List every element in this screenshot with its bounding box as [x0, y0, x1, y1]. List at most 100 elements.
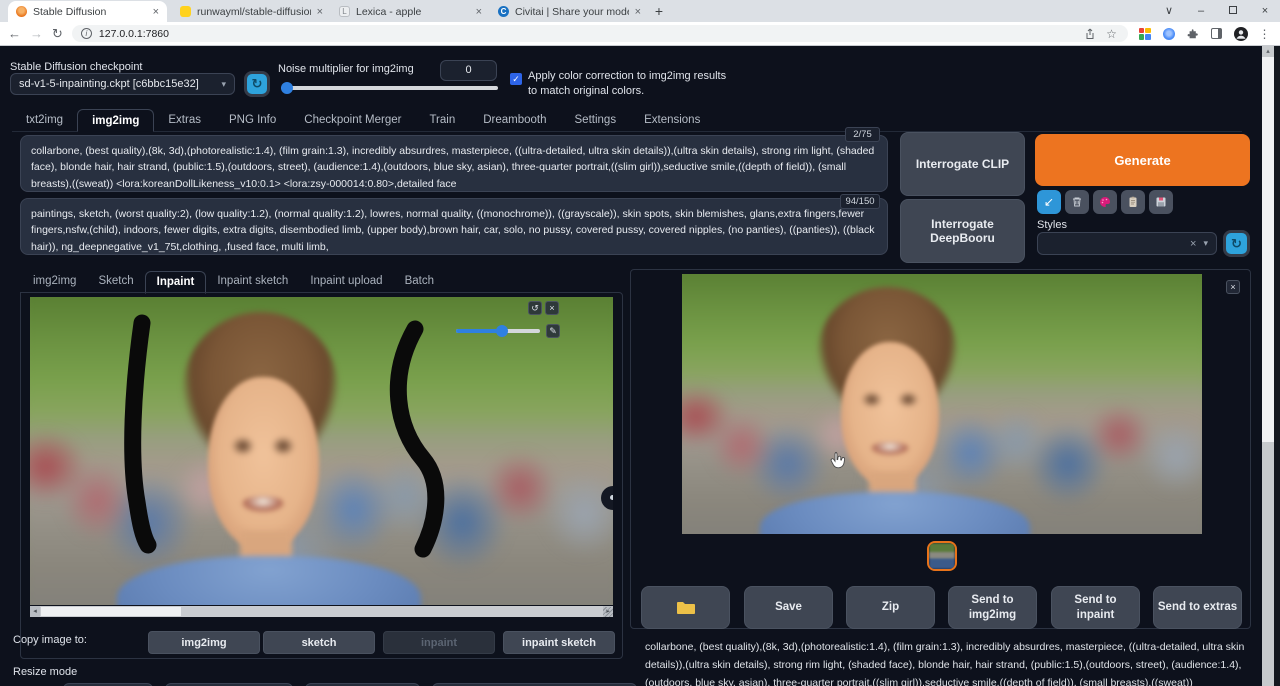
open-folder-button[interactable]: [641, 586, 730, 629]
bookmark-star-icon[interactable]: ☆: [1104, 26, 1119, 41]
extensions-puzzle-icon[interactable]: [1185, 26, 1200, 41]
subtab-inpaint-sketch[interactable]: Inpaint sketch: [206, 271, 299, 293]
tab-title: runwayml/stable-diffusion-inpai: [197, 6, 311, 18]
checkpoint-dropdown[interactable]: sd-v1-5-inpainting.ckpt [c6bbc15e32] ▾: [10, 73, 235, 95]
subtab-inpaint-upload[interactable]: Inpaint upload: [299, 271, 393, 293]
window-restore-button[interactable]: [1218, 0, 1248, 22]
color-correction-checkbox[interactable]: ✓: [510, 73, 522, 85]
main-tab-bar: txt2img img2img Extras PNG Info Checkpoi…: [12, 109, 1242, 132]
tab-train[interactable]: Train: [415, 109, 469, 131]
tab-txt2img[interactable]: txt2img: [12, 109, 77, 131]
styles-refresh-button[interactable]: ↻: [1226, 233, 1247, 254]
canvas-horizontal-scrollbar[interactable]: ◂ ▸: [30, 606, 613, 617]
window-minimize-button[interactable]: –: [1186, 0, 1216, 22]
scroll-left-icon[interactable]: ◂: [30, 606, 40, 617]
copy-to-img2img-button[interactable]: img2img: [148, 631, 260, 654]
subtab-img2img[interactable]: img2img: [22, 271, 87, 293]
extension-grid-icon[interactable]: [1137, 26, 1152, 41]
extra-networks-button[interactable]: [1093, 190, 1117, 214]
brush-slider-handle[interactable]: [496, 325, 508, 337]
browser-tab-huggingface[interactable]: runwayml/stable-diffusion-inpai ×: [172, 1, 331, 22]
save-style-button[interactable]: [1149, 190, 1173, 214]
scroll-up-icon[interactable]: ▴: [1262, 46, 1274, 57]
checkpoint-refresh-button[interactable]: ↻: [247, 74, 267, 94]
copy-to-sketch-button[interactable]: sketch: [263, 631, 375, 654]
save-button[interactable]: Save: [744, 586, 833, 629]
site-info-icon[interactable]: i: [81, 28, 92, 39]
noise-slider-handle[interactable]: [281, 82, 293, 94]
copy-to-inpaint-button: inpaint: [383, 631, 495, 654]
scrollbar-thumb[interactable]: [41, 607, 181, 616]
tab-extras[interactable]: Extras: [154, 109, 215, 131]
checkpoint-label: Stable Diffusion checkpoint: [10, 61, 143, 73]
gallery-thumbnail-selected[interactable]: [927, 541, 957, 571]
tab-settings[interactable]: Settings: [561, 109, 631, 131]
interrogate-deepbooru-button[interactable]: Interrogate DeepBooru: [900, 199, 1025, 263]
back-icon[interactable]: ←: [8, 27, 21, 40]
huggingface-favicon: [180, 6, 191, 17]
copy-to-inpaint-sketch-button[interactable]: inpaint sketch: [503, 631, 615, 654]
tab-extensions[interactable]: Extensions: [630, 109, 714, 131]
output-image[interactable]: [682, 274, 1202, 534]
tab-title: Civitai | Share your models: [515, 6, 629, 18]
clear-icon[interactable]: ×: [1190, 238, 1196, 250]
blue-dot-extension-icon[interactable]: [1161, 26, 1176, 41]
send-to-img2img-button[interactable]: Send to img2img: [948, 586, 1037, 629]
browser-tab-civitai[interactable]: C Civitai | Share your models ×: [490, 1, 649, 22]
window-chevron-icon[interactable]: ∨: [1154, 0, 1184, 22]
new-tab-button[interactable]: +: [650, 3, 668, 21]
kebab-menu-icon[interactable]: ⋮: [1257, 26, 1272, 41]
clipboard-icon: [1127, 196, 1139, 208]
trash-icon: [1071, 196, 1083, 208]
resize-grip[interactable]: [603, 607, 613, 617]
stable-diffusion-webui: Stable Diffusion checkpoint sd-v1-5-inpa…: [0, 46, 1262, 686]
canvas-undo-button[interactable]: ↺: [528, 301, 542, 315]
inpaint-mask-strokes: [30, 297, 613, 605]
tab-dreambooth[interactable]: Dreambooth: [469, 109, 560, 131]
inpaint-canvas[interactable]: ↺ × ✎: [30, 297, 613, 605]
zip-button[interactable]: Zip: [846, 586, 935, 629]
subtab-inpaint[interactable]: Inpaint: [145, 271, 207, 294]
prompt-textarea[interactable]: collarbone, (best quality),(8k, 3d),(pho…: [20, 135, 888, 192]
folder-icon: [676, 600, 696, 616]
window-close-button[interactable]: ×: [1250, 0, 1280, 22]
tab-close-icon[interactable]: ×: [476, 6, 482, 18]
palette-icon: [1099, 196, 1111, 208]
noise-multiplier-slider[interactable]: [281, 86, 498, 90]
send-to-extras-button[interactable]: Send to extras: [1153, 586, 1242, 629]
styles-dropdown[interactable]: × ▾: [1037, 232, 1217, 255]
negative-token-counter: 94/150: [840, 194, 880, 209]
profile-avatar[interactable]: [1233, 26, 1248, 41]
subtab-sketch[interactable]: Sketch: [87, 271, 144, 293]
generate-button[interactable]: Generate: [1035, 134, 1250, 186]
page-scrollbar[interactable]: ▴: [1262, 46, 1274, 686]
apply-style-button[interactable]: [1121, 190, 1145, 214]
tab-img2img[interactable]: img2img: [77, 109, 154, 132]
tab-checkpoint-merger[interactable]: Checkpoint Merger: [290, 109, 415, 131]
reload-icon[interactable]: ↻: [52, 27, 63, 40]
browser-tab-lexica[interactable]: L Lexica - apple ×: [331, 1, 490, 22]
tab-title: Stable Diffusion: [33, 6, 147, 18]
brush-color-button[interactable]: ✎: [546, 324, 560, 338]
negative-prompt-textarea[interactable]: paintings, sketch, (worst quality:2), (l…: [20, 198, 888, 255]
subtab-batch[interactable]: Batch: [394, 271, 445, 293]
gradio-favicon: [16, 6, 27, 17]
side-panel-icon[interactable]: [1209, 26, 1224, 41]
clear-prompt-button[interactable]: [1065, 190, 1089, 214]
gallery-close-button[interactable]: ×: [1226, 280, 1240, 294]
paste-parameters-button[interactable]: ↙: [1037, 190, 1061, 214]
canvas-clear-button[interactable]: ×: [545, 301, 559, 315]
tab-png-info[interactable]: PNG Info: [215, 109, 290, 131]
floppy-icon: [1155, 196, 1167, 208]
interrogate-clip-button[interactable]: Interrogate CLIP: [900, 132, 1025, 196]
tab-close-icon[interactable]: ×: [153, 6, 159, 18]
page-scrollbar-thumb[interactable]: [1262, 57, 1274, 442]
forward-icon[interactable]: →: [30, 27, 43, 40]
browser-tab-stable-diffusion[interactable]: Stable Diffusion ×: [8, 1, 167, 22]
share-icon[interactable]: [1082, 26, 1097, 41]
tab-close-icon[interactable]: ×: [317, 6, 323, 18]
tab-close-icon[interactable]: ×: [635, 6, 641, 18]
send-to-inpaint-button[interactable]: Send to inpaint: [1051, 586, 1140, 629]
noise-multiplier-value[interactable]: 0: [440, 60, 497, 81]
address-bar[interactable]: i 127.0.0.1:7860 ☆: [72, 25, 1128, 42]
